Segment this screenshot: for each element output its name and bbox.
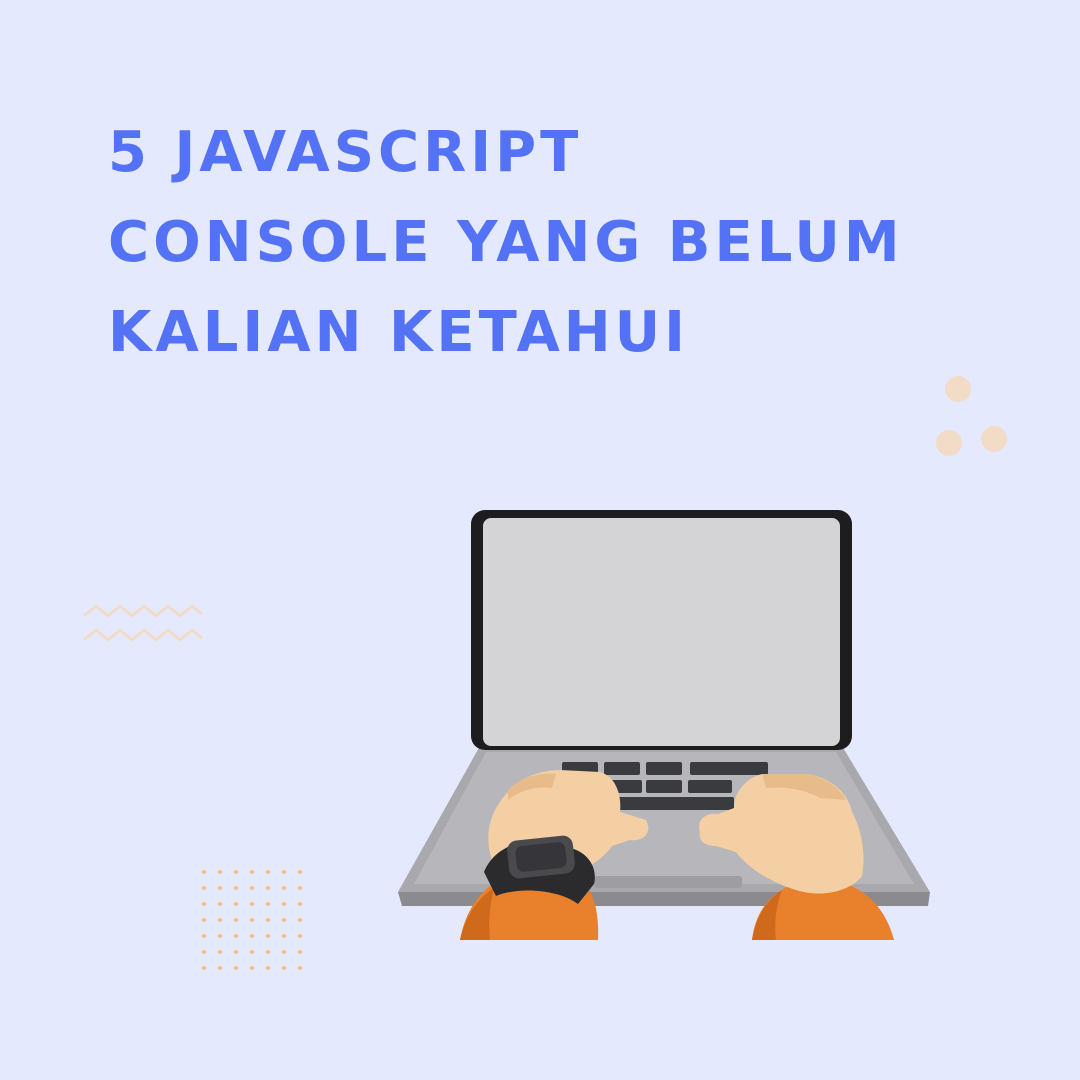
grid-dot [298, 934, 302, 938]
grid-dot [282, 886, 286, 890]
watch-screen [515, 842, 567, 872]
grid-dot [282, 950, 286, 954]
social-post-canvas: 5 JAVASCRIPT CONSOLE YANG BELUM KALIAN K… [0, 0, 1080, 1080]
grid-dot [282, 902, 286, 906]
grid-dot [234, 918, 238, 922]
zigzag-decoration [83, 604, 203, 642]
grid-dot [266, 966, 270, 970]
grid-dot [250, 918, 254, 922]
grid-dot [250, 886, 254, 890]
keyboard-key [690, 762, 768, 775]
grid-dot [202, 918, 206, 922]
grid-dot [218, 966, 222, 970]
grid-dot [282, 966, 286, 970]
grid-dot [298, 966, 302, 970]
grid-dot [202, 966, 206, 970]
peach-dot [945, 376, 971, 402]
grid-dot [298, 918, 302, 922]
grid-dot [266, 870, 270, 874]
grid-dot [250, 902, 254, 906]
grid-dot [234, 886, 238, 890]
zigzag-line [83, 604, 203, 618]
peach-dot [981, 426, 1007, 452]
grid-dot [282, 870, 286, 874]
grid-dot [266, 934, 270, 938]
keyboard-key [646, 780, 682, 793]
grid-dot [250, 934, 254, 938]
grid-dot [218, 934, 222, 938]
grid-dot [266, 886, 270, 890]
peach-dot [936, 430, 962, 456]
grid-dot [218, 886, 222, 890]
grid-dot [234, 870, 238, 874]
zigzag-line [83, 628, 203, 642]
grid-dot [202, 886, 206, 890]
grid-dot [202, 934, 206, 938]
grid-dot [298, 902, 302, 906]
grid-dot [202, 870, 206, 874]
grid-dot [250, 950, 254, 954]
grid-dot [218, 902, 222, 906]
grid-dot [234, 966, 238, 970]
keyboard-key [604, 762, 640, 775]
grid-dot [202, 902, 206, 906]
trackpad [594, 876, 742, 888]
keyboard-key [646, 762, 682, 775]
grid-dot [218, 870, 222, 874]
keyboard-key [688, 780, 732, 793]
grid-dot [234, 950, 238, 954]
grid-dot [298, 950, 302, 954]
grid-dot [266, 918, 270, 922]
decor-layer [83, 376, 1007, 970]
grid-dot [218, 918, 222, 922]
grid-dot [234, 902, 238, 906]
laptop-screen [483, 518, 840, 746]
grid-dot [202, 950, 206, 954]
grid-dot [298, 870, 302, 874]
peach-dot-cluster [936, 376, 1007, 456]
grid-dot [266, 950, 270, 954]
grid-dot [298, 886, 302, 890]
grid-dot [282, 918, 286, 922]
grid-dot [234, 934, 238, 938]
grid-dot [250, 870, 254, 874]
keyboard-key [612, 797, 734, 810]
grid-dot [266, 902, 270, 906]
grid-dot [218, 950, 222, 954]
grid-dot [282, 934, 286, 938]
dot-grid-decoration [202, 870, 302, 970]
grid-dot [250, 966, 254, 970]
